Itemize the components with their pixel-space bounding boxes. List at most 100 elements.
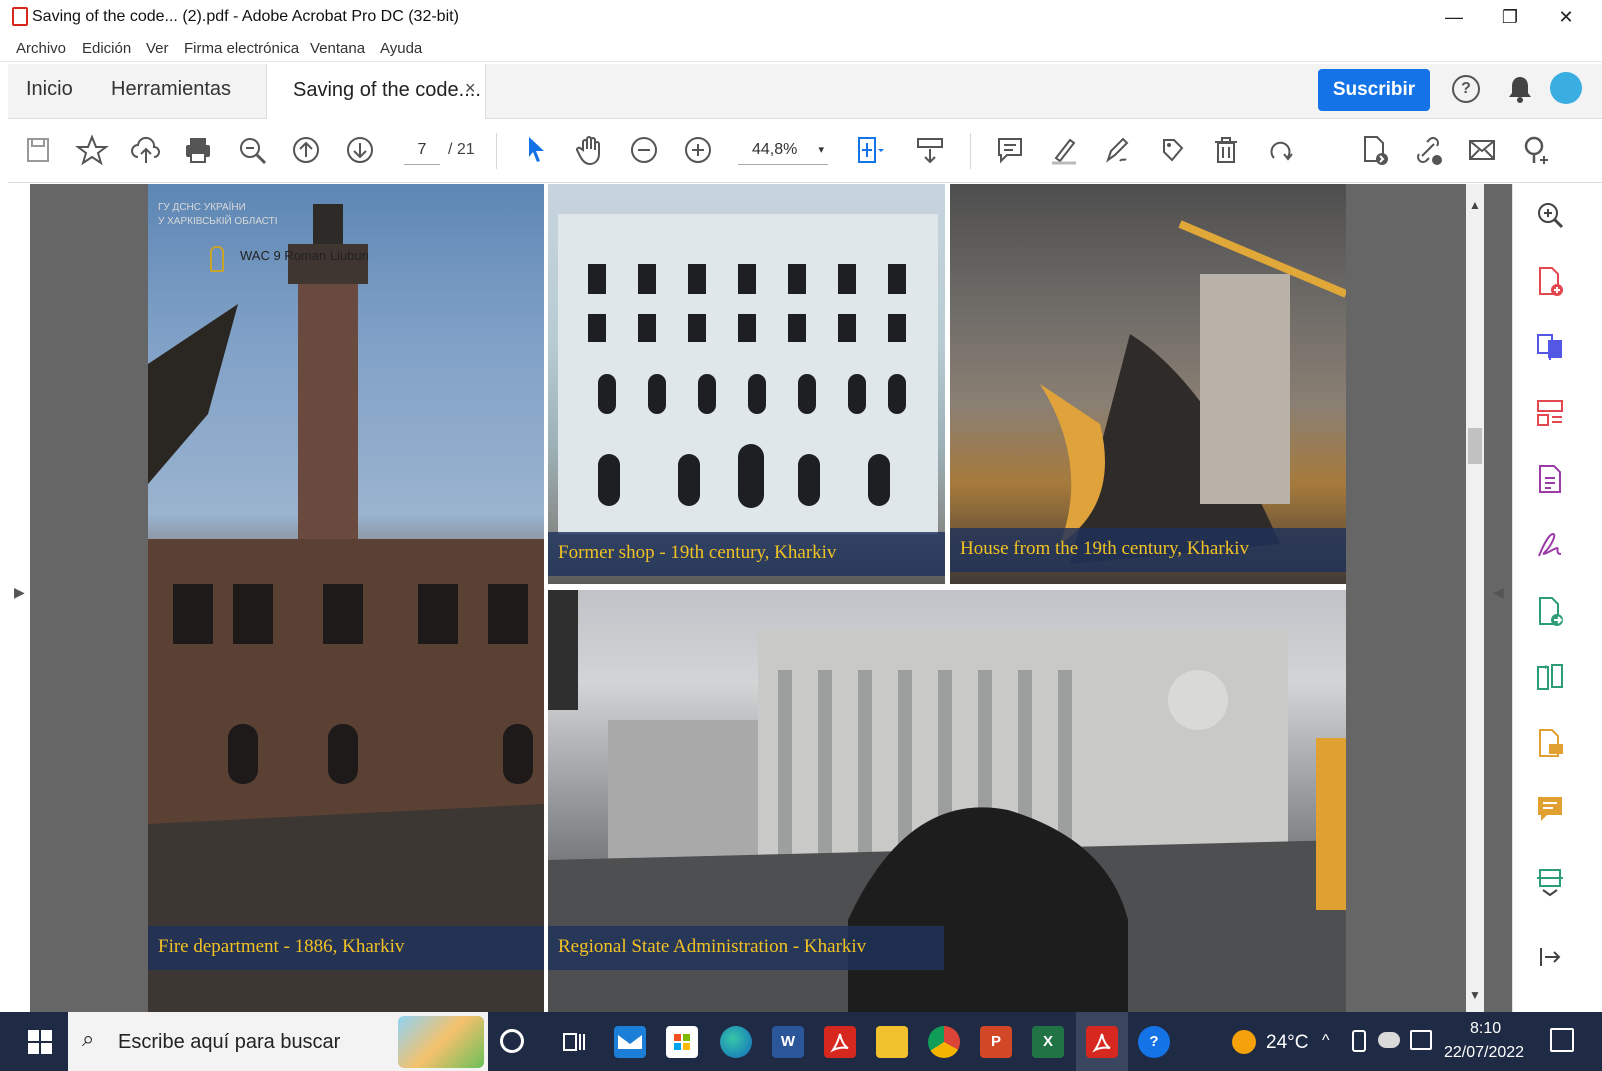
scroll-down-icon[interactable]: ▼ [1469,988,1481,1002]
share-link-icon[interactable] [1410,132,1446,168]
zoom-level-select[interactable]: 44,8% ▾ [738,135,828,165]
organize-pages-icon[interactable] [1533,396,1567,430]
photo-fire-department: ГУ ДСНС УКРАЇНИ У ХАРКІВСЬКІЙ ОБЛАСТІ WA… [148,184,544,1012]
trash-icon[interactable] [1208,132,1244,168]
highlight-icon[interactable] [1046,132,1082,168]
export-pdf-icon[interactable] [1356,132,1392,168]
windows-start-icon[interactable] [28,1030,52,1054]
zoom-search-icon[interactable] [1533,198,1567,232]
file-explorer-icon[interactable] [876,1026,908,1058]
send-for-comments-icon[interactable] [1533,726,1567,760]
weather-sun-icon[interactable] [1232,1030,1256,1054]
zoom-out-icon[interactable] [626,132,662,168]
menu-archivo[interactable]: Archivo [16,40,66,57]
select-cursor-icon[interactable] [518,132,554,168]
menu-ventana[interactable]: Ventana [310,40,365,57]
email-icon[interactable] [1464,132,1500,168]
menu-firma-electronica[interactable]: Firma electrónica [184,40,299,57]
title-bar: Saving of the code... (2).pdf - Adobe Ac… [0,0,1602,34]
chevron-up-icon[interactable]: ^ [1322,1032,1330,1050]
vertical-scrollbar[interactable]: ▲ ▼ [1466,184,1484,1012]
star-icon[interactable] [74,132,110,168]
comment-tool-icon[interactable] [1533,792,1567,826]
tab-bar: Inicio Herramientas Saving of the code..… [8,64,1602,119]
fill-and-sign-icon[interactable] [1533,528,1567,562]
comment-icon[interactable] [992,132,1028,168]
scan-ocr-icon[interactable] [1533,864,1567,898]
word-icon[interactable]: W [772,1026,804,1058]
add-user-icon[interactable] [1518,132,1554,168]
page-number-input[interactable]: 7 [404,135,440,165]
onedrive-error-icon[interactable] [1378,1032,1400,1048]
caption-19th-century-house: House from the 19th century, Kharkiv [950,528,1346,572]
clock-date[interactable]: 22/07/2022 [1444,1044,1524,1062]
tab-herramientas[interactable]: Herramientas [111,78,231,101]
help-app-icon[interactable]: ? [1138,1026,1170,1058]
close-tab-icon[interactable]: × [465,78,476,99]
toolbar-divider [970,133,971,169]
bell-icon[interactable] [1506,74,1534,104]
watermark-line-2: У ХАРКІВСЬКІЙ ОБЛАСТІ [158,216,278,227]
print-icon[interactable] [180,132,216,168]
photo-former-shop: Former shop - 19th century, Kharkiv [548,184,945,584]
cloud-upload-icon[interactable] [128,132,164,168]
stamp-icon[interactable] [1154,132,1190,168]
export-icon[interactable] [1533,594,1567,628]
task-view-icon[interactable] [558,1026,590,1058]
undo-icon[interactable] [1262,132,1298,168]
clock-time[interactable]: 8:10 [1470,1020,1501,1038]
window-title: Saving of the code... (2).pdf - Adobe Ac… [32,8,459,25]
edge-browser-icon[interactable] [720,1026,752,1058]
scroll-mode-icon[interactable] [912,132,948,168]
collapse-right-panel-icon[interactable]: ◀ [1493,584,1504,601]
menu-ver[interactable]: Ver [146,40,169,57]
create-pdf-icon[interactable] [1533,264,1567,298]
search-icon: ⌕ [82,1026,95,1051]
powerpoint-icon[interactable]: P [980,1026,1012,1058]
restore-button[interactable]: ❐ [1490,4,1530,30]
close-window-button[interactable]: ✕ [1546,4,1586,30]
collapse-sidebar-icon[interactable] [1533,940,1567,974]
scroll-up-icon[interactable]: ▲ [1469,198,1481,212]
expand-left-panel-icon[interactable]: ▶ [14,584,25,601]
menu-ayuda[interactable]: Ayuda [380,40,422,57]
save-icon[interactable] [20,132,56,168]
microsoft-store-icon[interactable] [666,1026,698,1058]
left-panel-toggle[interactable]: ▶ [8,184,30,1012]
excel-icon[interactable]: X [1032,1026,1064,1058]
chrome-icon[interactable] [928,1026,960,1058]
device-icon[interactable] [1352,1030,1366,1052]
edit-pdf-icon[interactable] [1533,462,1567,496]
fit-page-icon[interactable] [850,132,886,168]
right-tools-panel: ◀ [1493,184,1602,1012]
previous-page-icon[interactable] [288,132,324,168]
compare-files-icon[interactable] [1533,660,1567,694]
subscribe-button[interactable]: Suscribir [1318,69,1430,111]
minimize-button[interactable]: — [1434,4,1474,30]
acrobat-icon[interactable] [824,1026,856,1058]
hand-icon[interactable] [572,132,608,168]
mail-icon[interactable] [614,1026,646,1058]
temperature[interactable]: 24°C [1266,1032,1308,1054]
draw-signature-icon[interactable] [1100,132,1136,168]
search-highlight-illustration [398,1016,484,1068]
tab-document[interactable]: Saving of the code.... × [266,64,486,119]
next-page-icon[interactable] [342,132,378,168]
tab-inicio[interactable]: Inicio [26,78,73,101]
acrobat-window: Saving of the code... (2).pdf - Adobe Ac… [0,0,1602,1071]
document-tab-label: Saving of the code.... [293,79,481,101]
combine-files-icon[interactable] [1533,330,1567,364]
trident-emblem-icon [210,246,224,272]
scrollbar-thumb[interactable] [1468,428,1482,464]
cortana-icon[interactable] [500,1029,524,1053]
avatar[interactable] [1550,72,1582,104]
menu-bar: Archivo Edición Ver Firma electrónica Ve… [0,34,1602,62]
zoom-in-icon[interactable] [680,132,716,168]
network-icon[interactable] [1410,1030,1432,1050]
acrobat-dc-icon[interactable] [1086,1026,1118,1058]
taskbar-search-box[interactable]: ⌕ Escribe aquí para buscar [68,1012,488,1071]
notification-icon[interactable] [1550,1028,1574,1052]
help-icon[interactable]: ? [1452,75,1480,103]
menu-edicion[interactable]: Edición [82,40,131,57]
zoom-out-search-icon[interactable] [234,132,270,168]
